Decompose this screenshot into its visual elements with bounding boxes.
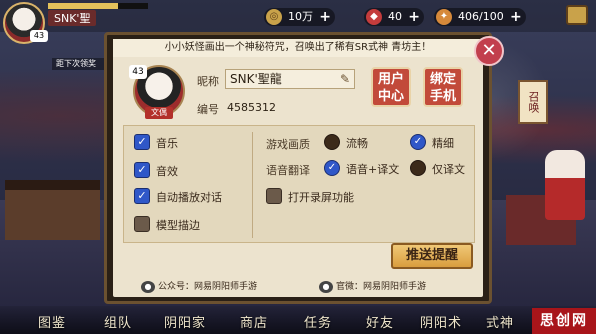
nav-handbook[interactable]: 图鉴	[38, 312, 66, 331]
weibo-text: 官微：网易阴阳师手游	[336, 282, 427, 292]
id-value: 4585312	[227, 101, 276, 114]
voice-text-only-label: 仅译文	[432, 163, 465, 176]
weibo-info: ● 官微：网易阴阳师手游	[319, 279, 426, 293]
wechat-text: 公众号：网易阴阳师手游	[158, 282, 258, 292]
add-stamina-icon[interactable]: +	[510, 8, 522, 26]
avatar-tag: 文偶	[145, 107, 173, 119]
weibo-icon: ●	[319, 280, 333, 293]
nav-team[interactable]: 组队	[104, 312, 132, 331]
wechat-info: ● 公众号：网易阴阳师手游	[141, 279, 257, 293]
stamina-resource[interactable]: ✦ 406/100 +	[434, 8, 526, 26]
quality-smooth-label: 流畅	[346, 137, 368, 150]
nickname-label: 昵称	[197, 75, 219, 88]
nav-onmyodo[interactable]: 阴阳术	[420, 312, 462, 331]
panel-divider	[252, 132, 253, 238]
system-hint: 小小妖怪画出一个神秘符咒，召唤出了稀有SR式神 青坊主！	[113, 39, 483, 57]
voice-with-text-label: 语音+译文	[346, 163, 400, 176]
jade-resource[interactable]: ◆ 40 +	[364, 8, 424, 26]
shikigami-character[interactable]	[545, 150, 585, 220]
option-record-label: 打开录屏功能	[288, 191, 354, 204]
shrine-building[interactable]	[5, 180, 100, 240]
player-name[interactable]: SNK'聖	[48, 10, 97, 26]
watermark-logo: 思创网	[532, 308, 596, 334]
summon-button[interactable]: 召唤	[518, 80, 548, 124]
record-checkbox-icon[interactable]	[266, 188, 282, 204]
push-notification-button[interactable]: 推送提醒	[391, 243, 473, 269]
quality-fine-label: 精细	[432, 137, 454, 150]
chest-icon[interactable]	[566, 5, 588, 25]
add-coin-icon[interactable]: +	[319, 8, 331, 26]
smooth-radio-icon[interactable]	[324, 134, 340, 150]
id-label: 编号	[197, 103, 219, 116]
nickname-field[interactable]: SNK'聖龍 ✎	[225, 69, 355, 89]
user-center-button[interactable]: 用户中心	[371, 67, 411, 107]
bottom-nav: 图鉴 组队 阴阳家 商店 任务 好友 阴阳术 式神	[0, 306, 596, 334]
nickname-value: SNK'聖龍	[230, 72, 282, 86]
nav-friends[interactable]: 好友	[366, 312, 394, 331]
close-icon[interactable]: ✕	[474, 36, 504, 66]
voice-label: 语音翻译	[266, 164, 310, 177]
settings-dialog-body: 小小妖怪画出一个神秘符咒，召唤出了稀有SR式神 青坊主！ 43 文偶 昵称 SN…	[113, 39, 483, 297]
jade-icon: ◆	[366, 9, 382, 25]
add-jade-icon[interactable]: +	[408, 8, 420, 26]
bind-phone-button[interactable]: 绑定手机	[423, 67, 463, 107]
autoplay-checkbox-icon[interactable]: ✓	[134, 188, 150, 204]
profile-level: 43	[129, 65, 147, 79]
option-outline-label: 模型描边	[156, 219, 200, 232]
settings-dialog: 小小妖怪画出一个神秘符咒，召唤出了稀有SR式神 青坊主！ 43 文偶 昵称 SN…	[104, 32, 492, 304]
music-checkbox-icon[interactable]: ✓	[134, 134, 150, 150]
player-level: 43	[30, 30, 48, 42]
text-only-radio-icon[interactable]	[410, 160, 426, 176]
quality-label: 游戏画质	[266, 138, 310, 151]
coin-resource[interactable]: ◎ 10万 +	[264, 8, 335, 26]
option-autoplay-label: 自动播放对话	[156, 191, 222, 204]
option-sfx-label: 音效	[156, 165, 178, 178]
reward-timer[interactable]: 距下次领奖	[52, 58, 112, 70]
nav-shikigami[interactable]: 式神	[486, 312, 514, 331]
nav-shop[interactable]: 商店	[240, 312, 268, 331]
wechat-icon: ●	[141, 280, 155, 293]
edit-pencil-icon[interactable]: ✎	[340, 70, 350, 88]
sfx-checkbox-icon[interactable]: ✓	[134, 162, 150, 178]
coin-value: 10万	[288, 10, 313, 23]
player-exp-bar	[48, 3, 148, 9]
option-music-label: 音乐	[156, 137, 178, 150]
nav-quest[interactable]: 任务	[304, 312, 332, 331]
stamina-value: 406/100	[458, 10, 504, 23]
jade-value: 40	[388, 10, 402, 23]
settings-panel: ✓ 音乐 ✓ 音效 ✓ 自动播放对话 模型描边 游戏画质 流畅 ✓ 精细 语音翻…	[123, 125, 475, 243]
outline-checkbox-icon[interactable]	[134, 216, 150, 232]
fine-radio-icon[interactable]: ✓	[410, 134, 426, 150]
voice-text-radio-icon[interactable]: ✓	[324, 160, 340, 176]
stamina-icon: ✦	[436, 9, 452, 25]
player-exp-bar-fill	[48, 3, 118, 9]
nav-onmyoji-house[interactable]: 阴阳家	[164, 312, 206, 331]
coin-icon: ◎	[266, 9, 282, 25]
